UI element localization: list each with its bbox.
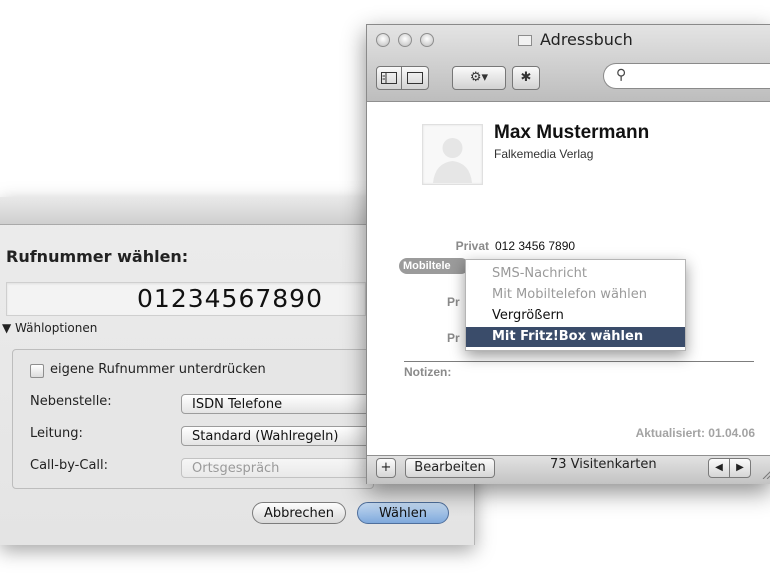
action-menu-button[interactable]: ⚙▾ [452,66,506,90]
resize-grip-icon[interactable] [761,469,770,482]
suppress-number-checkbox[interactable] [30,364,44,378]
private-phone-label[interactable]: Privat [437,239,489,253]
call-by-call-label: Call-by-Call: [30,458,109,473]
card-view-icon [407,72,423,84]
card-count: 73 Visitenkarten [550,457,657,472]
mobile-phone-label-highlighted[interactable]: Mobiltele [399,258,469,274]
contact-company: Falkemedia Verlag [494,147,594,161]
triangle-right-icon: ▶ [736,462,744,473]
search-icon: ⚲ [616,67,627,83]
close-window-button[interactable] [376,33,390,47]
columns-view-icon [381,72,397,84]
menu-item-dial-mobile[interactable]: Mit Mobiltelefon wählen [466,285,685,305]
bluetooth-icon: ✱ [520,70,532,85]
line-label: Leitung: [30,426,83,441]
last-updated-text: Aktualisiert: 01.04.06 [635,426,755,440]
view-columns-button[interactable] [376,66,402,90]
call-by-call-select[interactable]: Ortsgespräch [181,458,371,478]
private-field-label-1[interactable]: Pr [447,295,460,309]
contact-name: Max Mustermann [494,122,650,143]
line-select[interactable]: Standard (Wahlregeln) [181,426,371,446]
private-field-label-2[interactable]: Pr [447,331,460,345]
contact-photo-placeholder[interactable] [422,124,483,185]
extension-select[interactable]: ISDN Telefone [181,394,371,414]
notes-label: Notizen: [404,365,452,379]
menu-item-sms[interactable]: SMS-Nachricht [466,264,685,284]
private-phone-value[interactable]: 012 3456 7890 [495,239,575,253]
dial-button[interactable]: Wählen [357,502,449,524]
edit-button[interactable]: Bearbeiten [405,458,495,478]
address-book-title-icon [518,35,532,46]
person-silhouette-icon [433,138,472,183]
menu-item-enlarge[interactable]: Vergrößern [466,306,685,326]
suppress-number-label[interactable]: eigene Rufnummer unterdrücken [50,362,266,377]
dial-dialog-title: Rufnummer wählen: [6,247,189,266]
next-card-button[interactable]: ▶ [729,458,751,478]
bluetooth-button[interactable]: ✱ [512,66,540,90]
dial-options-disclosure[interactable]: ▼ Wähloptionen [2,321,97,335]
zoom-window-button[interactable] [420,33,434,47]
address-book-window: Adressbuch ⚙▾ ✱ ⚲ Max Mustermann Falkeme… [366,24,770,484]
resize-lines-icon [762,471,770,480]
phone-number-value: 01234567890 [137,284,323,313]
notes-divider [404,361,754,362]
phone-number-display: 01234567890 [6,282,366,316]
gear-icon: ⚙▾ [469,70,489,85]
cancel-button[interactable]: Abbrechen [252,502,346,524]
triangle-left-icon: ◀ [715,462,723,473]
previous-card-button[interactable]: ◀ [708,458,730,478]
search-input[interactable]: ⚲ [603,63,770,89]
add-contact-button[interactable]: + [376,458,396,478]
view-card-button[interactable] [401,66,429,90]
menu-item-dial-fritzbox[interactable]: Mit Fritz!Box wählen [466,327,685,347]
extension-label: Nebenstelle: [30,394,112,409]
address-book-title: Adressbuch [540,30,633,49]
context-menu: SMS-Nachricht Mit Mobiltelefon wählen Ve… [465,259,686,351]
minimize-window-button[interactable] [398,33,412,47]
address-book-toolbar: Adressbuch ⚙▾ ✱ ⚲ [367,25,770,102]
